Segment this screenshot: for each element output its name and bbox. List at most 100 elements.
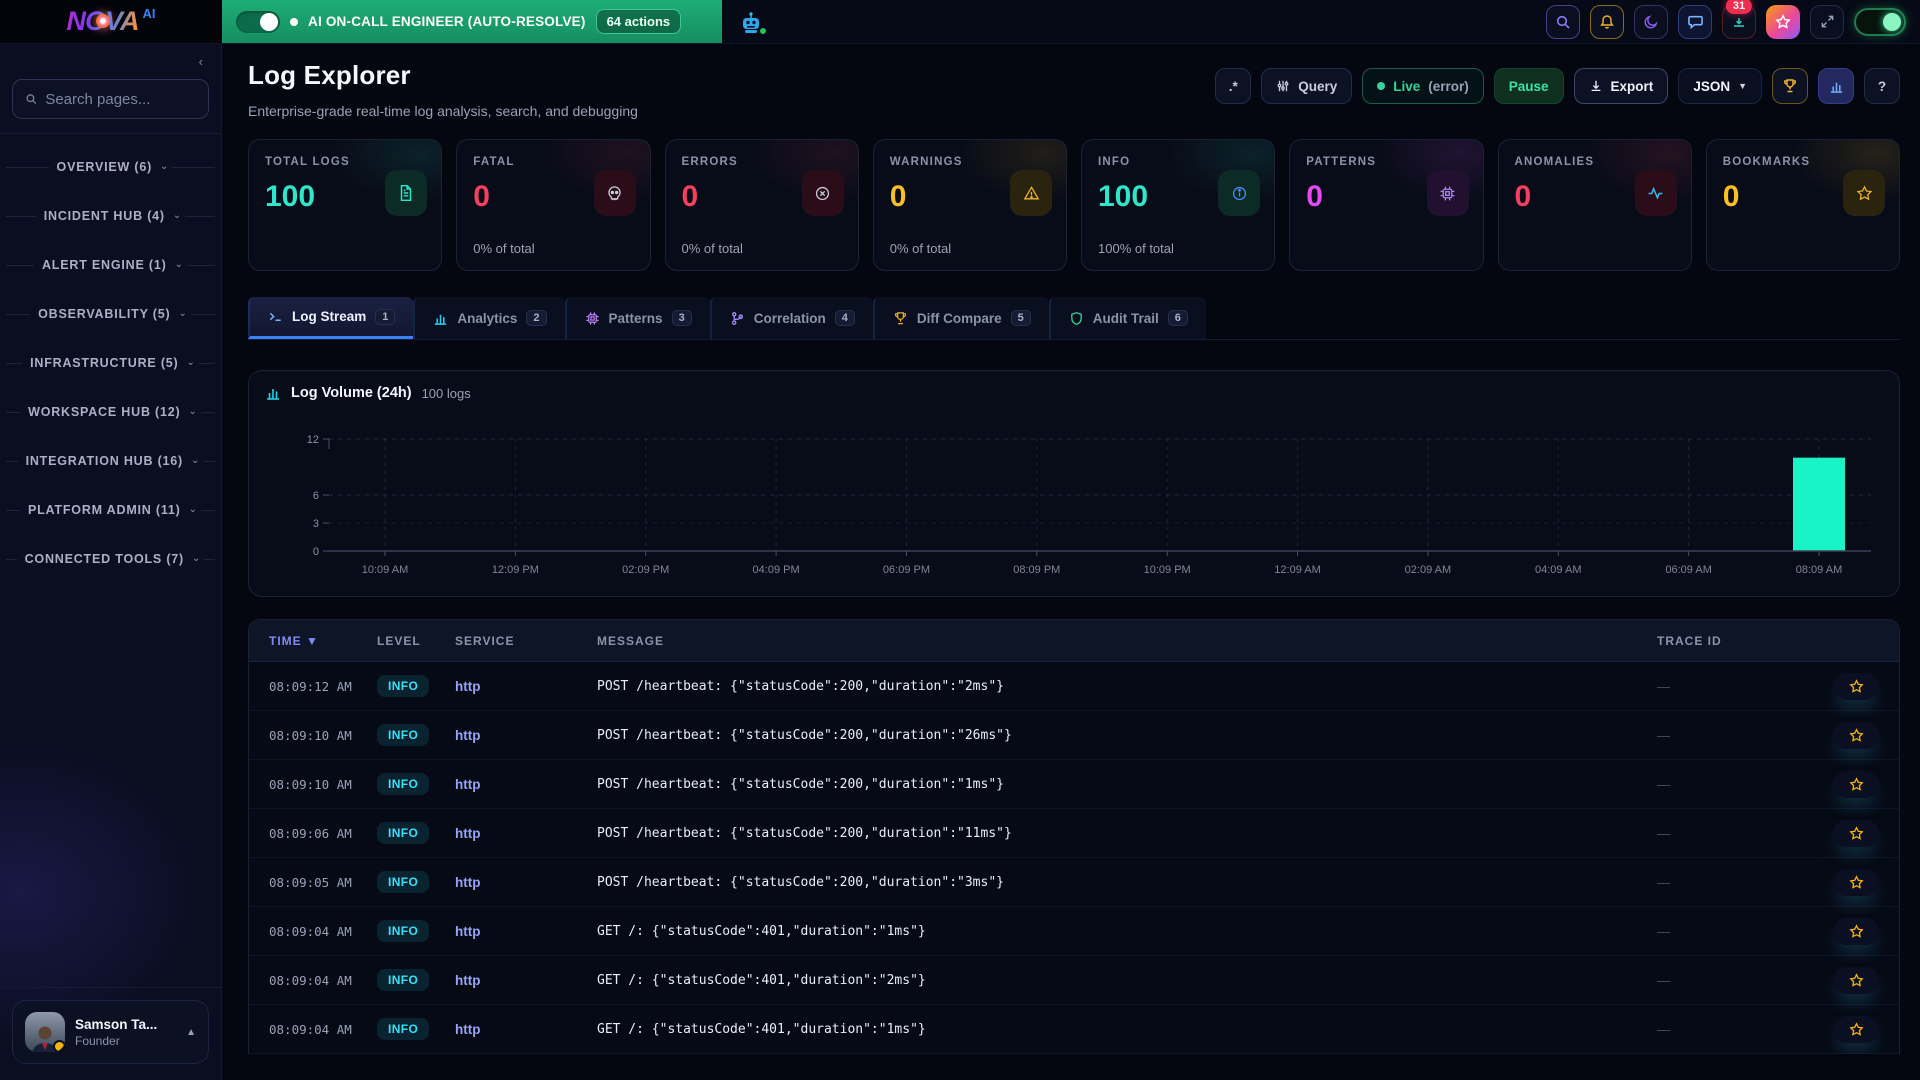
- pause-button[interactable]: Pause: [1494, 68, 1564, 104]
- export-button[interactable]: Export: [1574, 68, 1669, 104]
- stat-card-errors: ERRORS 0 0% of total: [665, 139, 859, 271]
- sidebar-collapse-chevron[interactable]: ‹: [0, 44, 221, 71]
- main-content: Log Explorer Enterprise-grade real-time …: [222, 44, 1920, 1080]
- trophy-icon: [1782, 78, 1798, 94]
- notifications-button[interactable]: [1590, 5, 1624, 39]
- favorites-button[interactable]: [1766, 5, 1800, 39]
- table-row[interactable]: 08:09:05 AM INFO http POST /heartbeat: {…: [249, 858, 1899, 907]
- sidebar-item-infrastructure[interactable]: INFRASTRUCTURE (5) ⌄: [0, 338, 221, 387]
- expand-button[interactable]: [1810, 5, 1844, 39]
- table-row[interactable]: 08:09:04 AM INFO http GET /: {"statusCod…: [249, 956, 1899, 1005]
- search-button[interactable]: [1546, 5, 1580, 39]
- tab-log-stream[interactable]: Log Stream1: [248, 297, 413, 339]
- star-icon: [1775, 14, 1791, 30]
- table-row[interactable]: 08:09:04 AM INFO http GET /: {"statusCod…: [249, 1005, 1899, 1054]
- updates-button[interactable]: 31: [1722, 5, 1756, 39]
- sidebar-item-platform-admin[interactable]: PLATFORM ADMIN (11) ⌄: [0, 485, 221, 534]
- table-row[interactable]: 08:09:12 AM INFO http POST /heartbeat: {…: [249, 662, 1899, 711]
- app-window: NOVA AI AI ON-CALL ENGINEER (AUTO-RESOLV…: [0, 0, 1920, 1080]
- trophy-button[interactable]: [1772, 68, 1808, 104]
- sidebar-item-incident-hub[interactable]: INCIDENT HUB (4) ⌄: [0, 191, 221, 240]
- user-role: Founder: [75, 1034, 176, 1048]
- log-trace-id: —: [1657, 973, 1809, 988]
- table-row[interactable]: 08:09:10 AM INFO http POST /heartbeat: {…: [249, 711, 1899, 760]
- log-message: GET /: {"statusCode":401,"duration":"2ms…: [597, 973, 1657, 988]
- log-volume-chart: 0361210:09 AM12:09 PM02:09 PM04:09 PM06:…: [265, 411, 1881, 583]
- bookmark-star-button[interactable]: [1833, 722, 1879, 749]
- user-name: Samson Ta...: [75, 1017, 176, 1032]
- log-level-badge: INFO: [377, 724, 429, 746]
- ai-oncall-banner: AI ON-CALL ENGINEER (AUTO-RESOLVE) 64 ac…: [222, 0, 722, 43]
- search-icon: [25, 92, 37, 106]
- chart-view-button[interactable]: [1818, 68, 1854, 104]
- user-profile-card[interactable]: Samson Ta... Founder ▲: [12, 1000, 209, 1064]
- stat-card-fatal: FATAL 0 0% of total: [456, 139, 650, 271]
- table-row[interactable]: 08:09:04 AM INFO http GET /: {"statusCod…: [249, 907, 1899, 956]
- assistant-robot-button[interactable]: [722, 0, 780, 43]
- sidebar-item-connected-tools[interactable]: CONNECTED TOOLS (7) ⌄: [0, 534, 221, 583]
- svg-text:10:09 PM: 10:09 PM: [1144, 564, 1191, 576]
- bookmark-star-button[interactable]: [1833, 771, 1879, 798]
- sidebar-divider: [0, 987, 221, 988]
- column-header-trace-id[interactable]: TRACE ID: [1657, 634, 1809, 648]
- sidebar-item-integration-hub[interactable]: INTEGRATION HUB (16) ⌄: [0, 436, 221, 485]
- bookmark-star-button[interactable]: [1833, 967, 1879, 994]
- chat-button[interactable]: [1678, 5, 1712, 39]
- query-button[interactable]: Query: [1261, 68, 1352, 104]
- tab-correlation[interactable]: Correlation4: [710, 297, 873, 339]
- tab-analytics[interactable]: Analytics2: [413, 297, 564, 339]
- bookmark-star-button[interactable]: [1833, 820, 1879, 847]
- page-title: Log Explorer: [248, 60, 638, 91]
- log-message: POST /heartbeat: {"statusCode":200,"dura…: [597, 777, 1657, 792]
- table-row[interactable]: 08:09:06 AM INFO http POST /heartbeat: {…: [249, 809, 1899, 858]
- sidebar-search[interactable]: [12, 79, 209, 119]
- sidebar-item-alert-engine[interactable]: ALERT ENGINE (1) ⌄: [0, 240, 221, 289]
- log-time: 08:09:10 AM: [269, 728, 377, 743]
- column-header-time[interactable]: TIME ▼: [269, 634, 377, 648]
- live-status-button[interactable]: Live (error): [1362, 68, 1484, 104]
- help-button[interactable]: ?: [1864, 68, 1900, 104]
- svg-text:06:09 AM: 06:09 AM: [1665, 564, 1711, 576]
- x-circle-icon: [802, 170, 844, 216]
- tab-audit-trail[interactable]: Audit Trail6: [1049, 297, 1206, 339]
- download-icon: [1589, 79, 1603, 93]
- moon-icon: [1643, 14, 1659, 30]
- sidebar-item-workspace-hub[interactable]: WORKSPACE HUB (12) ⌄: [0, 387, 221, 436]
- bookmark-star-button[interactable]: [1833, 673, 1879, 700]
- chevron-up-icon: ▲: [186, 1027, 196, 1038]
- log-service: http: [455, 777, 597, 792]
- sidebar-item-observability[interactable]: OBSERVABILITY (5) ⌄: [0, 289, 221, 338]
- sidebar-item-overview[interactable]: OVERVIEW (6) ⌄: [0, 142, 221, 191]
- ai-status-dot-icon: [290, 18, 298, 26]
- log-service: http: [455, 924, 597, 939]
- log-table: TIME ▼ LEVEL SERVICE MESSAGE TRACE ID 08…: [248, 619, 1900, 1054]
- chevron-down-icon: ⌄: [178, 308, 190, 319]
- stat-card-total-logs: TOTAL LOGS 100: [248, 139, 442, 271]
- table-row[interactable]: 08:09:10 AM INFO http POST /heartbeat: {…: [249, 760, 1899, 809]
- terminal-icon: [268, 309, 283, 324]
- bookmark-star-button[interactable]: [1833, 1016, 1879, 1043]
- log-volume-card: Log Volume (24h) 100 logs 0361210:09 AM1…: [248, 370, 1900, 597]
- tab-patterns[interactable]: Patterns3: [565, 297, 710, 339]
- dark-mode-button[interactable]: [1634, 5, 1668, 39]
- column-header-level[interactable]: LEVEL: [377, 634, 455, 648]
- logo: NOVA AI: [0, 0, 222, 43]
- star-icon: [1849, 924, 1864, 939]
- bookmark-star-button[interactable]: [1833, 918, 1879, 945]
- power-toggle[interactable]: [1854, 8, 1906, 36]
- regex-button[interactable]: .*: [1215, 68, 1251, 104]
- stat-card-anomalies: ANOMALIES 0: [1498, 139, 1692, 271]
- log-message: POST /heartbeat: {"statusCode":200,"dura…: [597, 679, 1657, 694]
- ai-oncall-toggle[interactable]: [236, 11, 280, 33]
- column-header-service[interactable]: SERVICE: [455, 634, 597, 648]
- sidebar-search-input[interactable]: [45, 91, 196, 108]
- column-header-message[interactable]: MESSAGE: [597, 634, 1657, 648]
- bar-chart-icon: [1829, 79, 1844, 94]
- log-time: 08:09:04 AM: [269, 973, 377, 988]
- logo-ai-suffix: AI: [143, 6, 156, 21]
- tab-diff-compare[interactable]: Diff Compare5: [873, 297, 1049, 339]
- format-select[interactable]: JSON ▼: [1678, 68, 1762, 104]
- bookmark-star-button[interactable]: [1833, 869, 1879, 896]
- chevron-down-icon: ⌄: [187, 357, 199, 368]
- search-icon: [1555, 14, 1571, 30]
